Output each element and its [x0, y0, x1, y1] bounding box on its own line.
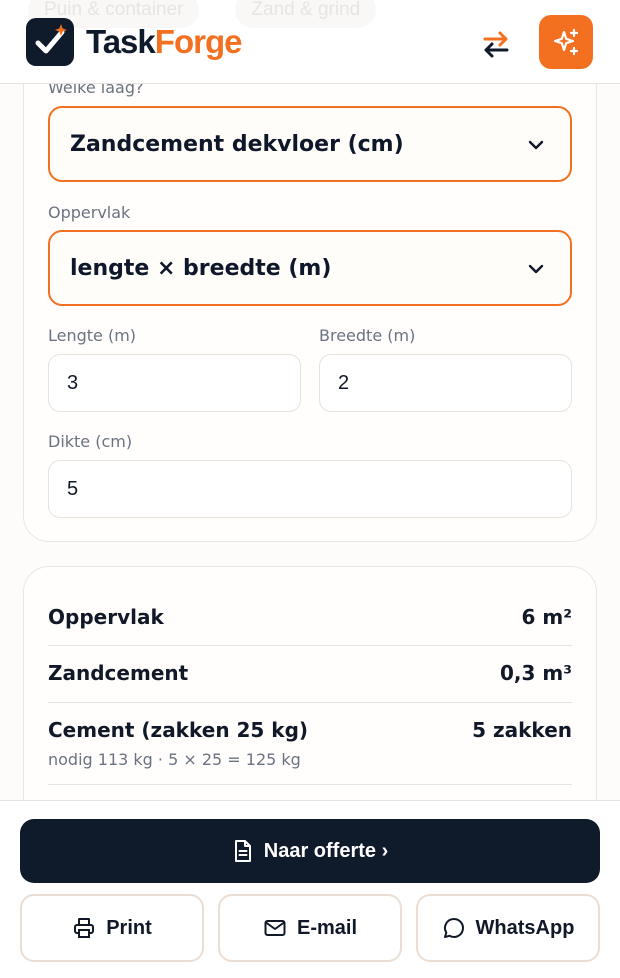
- printer-icon: [74, 918, 95, 938]
- ai-assistant-button[interactable]: [539, 15, 593, 69]
- thickness-input-value: 5: [67, 477, 79, 500]
- brand-name-part2: Forge: [154, 23, 243, 60]
- logo-icon: [26, 18, 74, 66]
- document-icon: [234, 840, 251, 862]
- mail-icon: [264, 920, 286, 936]
- divider: [48, 702, 572, 703]
- width-label: Breedte (m): [319, 326, 416, 345]
- thickness-label: Dikte (cm): [48, 432, 133, 451]
- action-bar: Naar offerte › Print E-mail WhatsApp: [0, 800, 620, 978]
- result-cement-label: Cement (zakken 25 kg): [48, 718, 309, 742]
- width-input[interactable]: 2: [319, 354, 572, 412]
- divider: [48, 645, 572, 646]
- result-sandcement-label: Zandcement: [48, 661, 189, 685]
- area-select[interactable]: lengte × breedte (m): [48, 230, 572, 306]
- result-area-label: Oppervlak: [48, 605, 164, 629]
- brand-name-part1: Task: [86, 23, 156, 60]
- to-quote-label: Naar offerte ›: [263, 839, 389, 862]
- divider: [48, 784, 572, 785]
- whatsapp-label: WhatsApp: [475, 916, 575, 939]
- tab-zand-grind[interactable]: Zand & grind: [235, 0, 377, 28]
- result-cement-value: 5 zakken: [472, 718, 572, 742]
- width-input-value: 2: [338, 371, 350, 394]
- result-cement-detail: nodig 113 kg · 5 × 25 = 125 kg: [48, 750, 301, 769]
- print-button[interactable]: Print: [20, 894, 204, 962]
- area-label: Oppervlak: [48, 203, 131, 222]
- length-input-value: 3: [67, 371, 79, 394]
- email-label: E-mail: [296, 916, 358, 939]
- area-select-value: lengte × breedte (m): [70, 255, 332, 281]
- chevron-down-icon: [528, 264, 544, 274]
- thickness-input[interactable]: 5: [48, 460, 572, 518]
- length-label: Lengte (m): [48, 326, 137, 345]
- swap-button[interactable]: [476, 24, 516, 64]
- whatsapp-button[interactable]: WhatsApp: [416, 894, 600, 962]
- print-label: Print: [106, 916, 152, 939]
- layer-select[interactable]: Zandcement dekvloer (cm): [48, 106, 572, 182]
- layer-select-value: Zandcement dekvloer (cm): [70, 131, 404, 157]
- to-quote-button[interactable]: Naar offerte ›: [20, 819, 600, 883]
- chat-bubble-icon: [443, 917, 464, 938]
- swap-arrows-icon: [483, 31, 509, 58]
- chevron-down-icon: [528, 140, 544, 150]
- app-header: Puin & container Zand & grind Task Forge: [0, 0, 620, 84]
- brand-logo[interactable]: Task Forge: [86, 20, 243, 64]
- length-input[interactable]: 3: [48, 354, 301, 412]
- email-button[interactable]: E-mail: [218, 894, 402, 962]
- result-sandcement-value: 0,3 m³: [500, 661, 572, 685]
- sparkles-icon: [553, 28, 579, 56]
- result-area-value: 6 m²: [521, 605, 572, 629]
